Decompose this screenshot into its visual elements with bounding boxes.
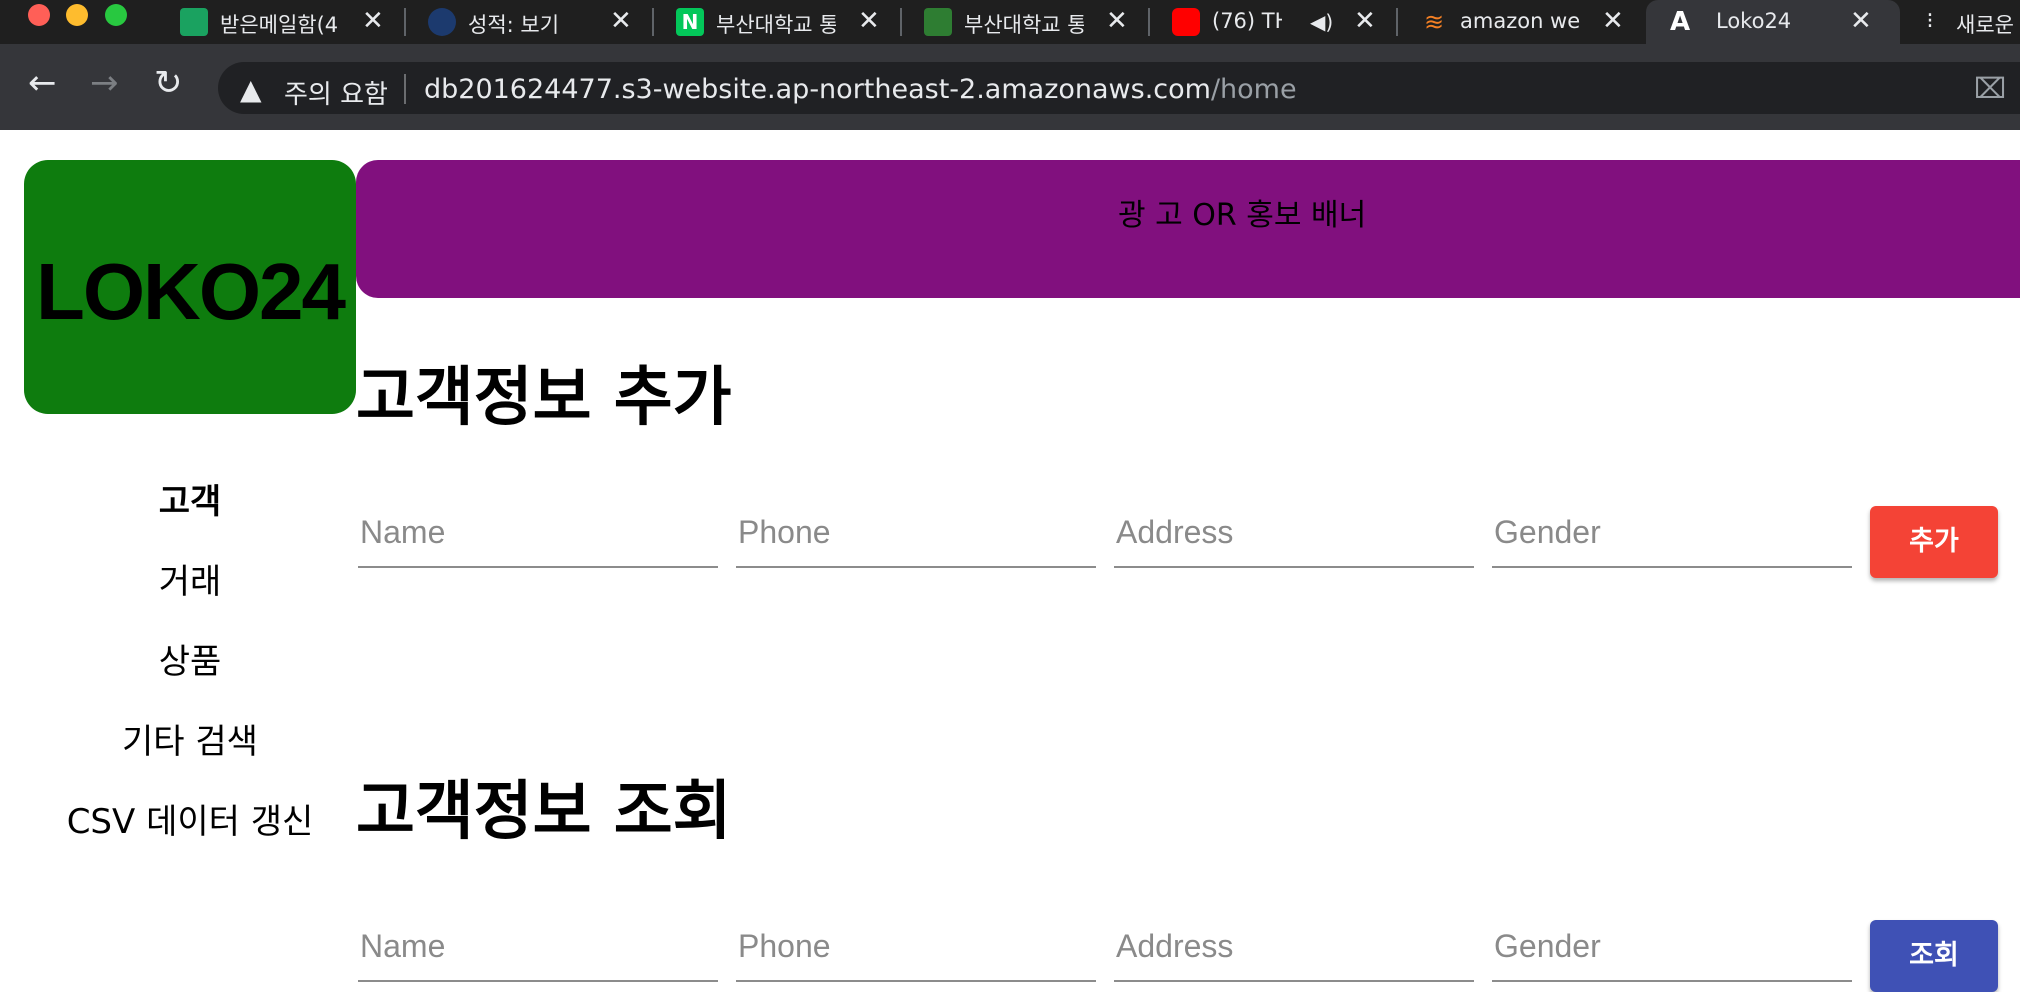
tab-divider [1396,8,1398,36]
tab-divider [1148,8,1150,36]
tab-divider [900,8,902,36]
speaker-icon[interactable]: ◀) [1310,10,1333,34]
tab-close-icon[interactable]: ✕ [1106,6,1128,36]
browser-tab[interactable]: ≋ amazon we ✕ [1420,0,1630,44]
translate-icon[interactable]: ⌧ [1974,72,2006,105]
window-minimize-button[interactable] [66,4,88,26]
logo-text: LOKO24 [35,247,346,336]
add-gender-field[interactable] [1492,504,1852,568]
tab-close-icon[interactable]: ✕ [1354,6,1376,36]
tab-close-icon[interactable]: ✕ [362,6,384,36]
url-text[interactable]: db201624477.s3-website.ap-northeast-2.am… [424,74,1297,105]
sidebar-item-csv-update[interactable]: CSV 데이터 갱신 [40,794,340,843]
browser-tab[interactable]: (76) TH ◀) ✕ [1172,0,1382,44]
search-address-input[interactable] [1116,924,1466,968]
naver-favicon-icon: N [676,8,704,36]
dots-favicon-icon: ⁝ [1926,9,1934,34]
window-maximize-button[interactable] [105,4,127,26]
browser-tab[interactable]: 성적: 보기 ✕ [428,0,638,44]
tab-divider [652,8,654,36]
search-phone-field[interactable] [736,918,1096,982]
browser-tab[interactable]: ⁝ 새로운 [1916,0,2020,44]
window-close-button[interactable] [28,4,50,26]
mail-favicon-icon [180,8,208,36]
sidebar-item-customer[interactable]: 고객 [40,474,340,523]
browser-tab-active[interactable]: A Loko24 ✕ [1646,0,1900,44]
search-section-title: 고객정보 조회 [356,775,732,849]
banner-text: 광 고 OR 홍보 배너 [1118,198,1367,233]
search-name-field[interactable] [358,918,718,982]
tab-close-icon[interactable]: ✕ [1602,6,1624,36]
university-seal-favicon-icon [428,8,456,36]
tab-strip: 받은메일함(4 ✕ 성적: 보기 ✕ N 부산대학교 통 ✕ 부산대학교 통 ✕… [0,0,2020,44]
browser-tab[interactable]: 부산대학교 통 ✕ [924,0,1134,44]
search-address-field[interactable] [1114,918,1474,982]
warning-icon[interactable]: ▲ [240,73,262,106]
tab-close-icon[interactable]: ✕ [610,6,632,36]
stackoverflow-favicon-icon: ≋ [1423,8,1445,36]
university-favicon-icon [924,8,952,36]
search-gender-input[interactable] [1494,924,1844,968]
search-customer-button[interactable]: 조회 [1870,920,1998,992]
sidebar-item-other-search[interactable]: 기타 검색 [40,714,340,763]
back-arrow-icon[interactable]: ← [28,66,57,100]
security-status[interactable]: 주의 요함 [284,74,388,111]
youtube-favicon-icon [1172,8,1200,36]
sidebar-item-product[interactable]: 상품 [40,634,340,683]
address-bar[interactable]: ▲ 주의 요함 db201624477.s3-website.ap-northe… [218,62,2020,114]
add-gender-input[interactable] [1494,510,1844,554]
add-name-input[interactable] [360,510,710,554]
site-logo[interactable]: LOKO24 [24,160,356,414]
add-section-title: 고객정보 추가 [356,361,732,435]
browser-toolbar: ← → ↻ ▲ 주의 요함 db201624477.s3-website.ap-… [0,44,2020,130]
reload-icon[interactable]: ↻ [154,66,183,100]
browser-tab[interactable]: 받은메일함(4 ✕ [180,0,390,44]
search-phone-input[interactable] [738,924,1088,968]
search-gender-field[interactable] [1492,918,1852,982]
forward-arrow-icon[interactable]: → [90,66,119,100]
add-name-field[interactable] [358,504,718,568]
tab-divider [404,8,406,36]
add-address-field[interactable] [1114,504,1474,568]
address-divider [404,74,406,104]
search-name-input[interactable] [360,924,710,968]
add-address-input[interactable] [1116,510,1466,554]
add-phone-input[interactable] [738,510,1088,554]
sidebar-item-transaction[interactable]: 거래 [40,554,340,603]
angular-favicon-icon: A [1669,7,1691,37]
add-customer-button[interactable]: 추가 [1870,506,1998,578]
promo-banner: 광 고 OR 홍보 배너 [356,160,2020,298]
browser-tab[interactable]: N 부산대학교 통 ✕ [676,0,886,44]
tab-close-icon[interactable]: ✕ [1850,6,1872,36]
tab-close-icon[interactable]: ✕ [858,6,880,36]
add-phone-field[interactable] [736,504,1096,568]
